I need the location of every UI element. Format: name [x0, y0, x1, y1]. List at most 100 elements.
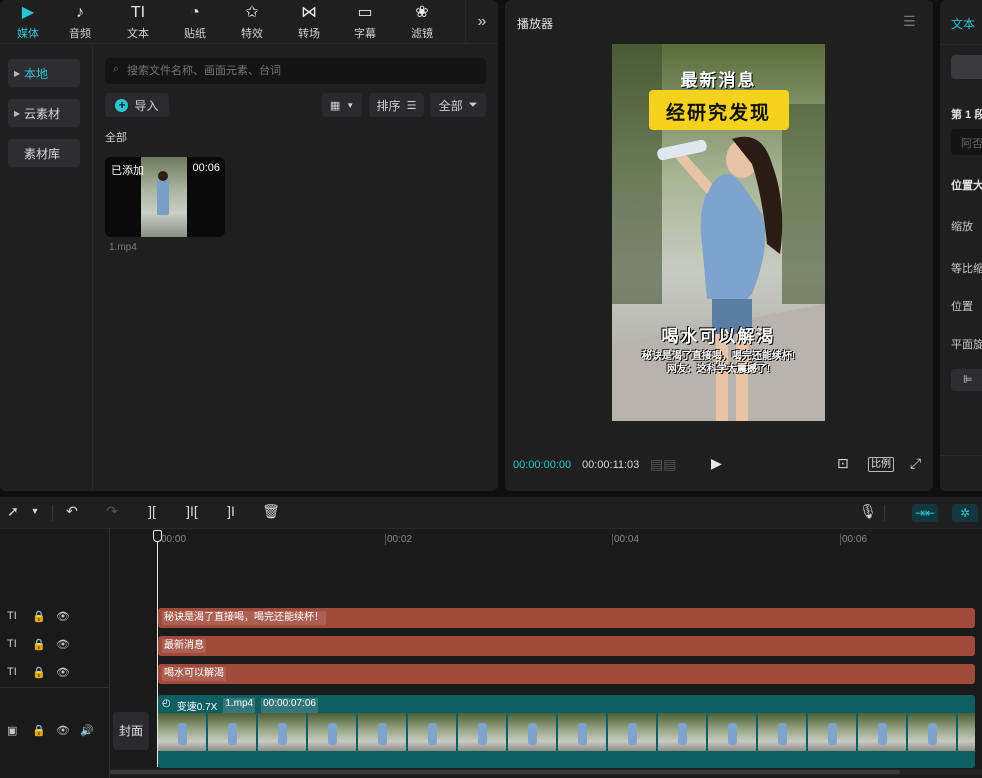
timecode-grid-icon[interactable]: ▤▤: [650, 456, 676, 473]
props-rotation-label: 平面旋: [951, 339, 982, 351]
tab-sticker[interactable]: ◔ 贴纸: [167, 0, 223, 44]
filmstrip-figure: [678, 723, 687, 745]
props-divider: [940, 44, 982, 45]
caret-right-icon: ▶: [14, 108, 21, 118]
track-header-divider: [109, 529, 110, 778]
text-track-icon: TI: [7, 666, 17, 678]
ruler-label: 00:04: [614, 534, 640, 545]
video-track-icon: ▣: [7, 725, 18, 737]
zoom-fit-icon[interactable]: ⊡: [837, 455, 849, 472]
eye-icon[interactable]: 👁: [56, 724, 70, 737]
tab-media-label: 媒体: [17, 27, 39, 40]
delete-icon[interactable]: 🗑: [261, 503, 281, 520]
tab-filter[interactable]: ❀ 滤镜: [394, 0, 450, 44]
media-panel: ▶ 媒体 ♪ 音频 TI 文本 ◔ 贴纸 ✩ 特效 ⋈ 转场 ▭ 字幕 ❀ 滤镜: [0, 0, 498, 491]
tab-audio-label: 音频: [69, 27, 91, 40]
volume-icon[interactable]: 🔊: [80, 724, 94, 737]
text-track-controls: TI 🔒 👁: [0, 608, 100, 628]
sidebar-divider: [92, 44, 93, 491]
filmstrip-figure: [528, 723, 537, 745]
sidebar-item-local[interactable]: ▶ 本地: [8, 59, 80, 87]
split-left-icon[interactable]: ]I[: [182, 503, 202, 519]
audio-icon: ♪: [76, 3, 84, 21]
tab-media[interactable]: ▶ 媒体: [0, 0, 56, 44]
align-left-icon[interactable]: ⊫: [951, 369, 982, 391]
view-mode-button[interactable]: ▦ ▼: [322, 93, 362, 117]
filmstrip-frame: [808, 713, 856, 751]
video-preview[interactable]: 最新消息 经研究发现 喝水可以解渴 秘诀是渴了直接喝，喝完还能续杯! 网友：这科…: [612, 44, 825, 421]
video-clip-speed: 变速0.7X: [176, 702, 218, 713]
microphone-icon[interactable]: 🎙: [858, 503, 878, 520]
text-clip[interactable]: 秘诀是渴了直接喝，喝完还能续杯！: [158, 608, 975, 628]
props-preset-button[interactable]: [951, 55, 982, 79]
eye-icon[interactable]: 👁: [56, 610, 70, 623]
tab-sticker-label: 贴纸: [184, 27, 206, 40]
video-filmstrip: [158, 713, 975, 751]
tab-text[interactable]: TI 文本: [110, 0, 166, 44]
eye-icon[interactable]: 👁: [56, 666, 70, 679]
filmstrip-frame: [458, 713, 506, 751]
ratio-button[interactable]: 比例: [868, 457, 894, 472]
filmstrip-frame: [558, 713, 606, 751]
ruler-tick: [612, 534, 613, 545]
ruler-tick: [385, 534, 386, 545]
sort-label: 排序: [376, 98, 401, 113]
overlay-title-text: 喝水可以解渴: [661, 327, 776, 346]
sticker-icon: ◔: [190, 3, 200, 21]
timeline-scrollbar[interactable]: [110, 769, 982, 775]
fullscreen-icon[interactable]: ⤢: [910, 455, 921, 472]
filmstrip-figure: [378, 723, 387, 745]
sidebar-item-library[interactable]: 素材库: [8, 139, 80, 167]
snap-icon[interactable]: ✲: [952, 504, 978, 522]
props-tab-text[interactable]: 文本: [951, 15, 975, 32]
filter-all-button[interactable]: 全部 ⏷: [430, 93, 486, 117]
text-clip[interactable]: 最新消息: [158, 636, 975, 656]
search-input[interactable]: [127, 61, 477, 81]
filmstrip-figure: [928, 723, 937, 745]
filmstrip-frame: [358, 713, 406, 751]
ruler-label: 00:00: [161, 534, 187, 545]
play-icon[interactable]: ▶: [711, 455, 722, 472]
sidebar-item-cloud[interactable]: ▶ 云素材: [8, 99, 80, 127]
filmstrip-figure: [278, 723, 287, 745]
lock-icon[interactable]: 🔒: [32, 724, 46, 737]
text-clip[interactable]: 喝水可以解渴: [158, 664, 975, 684]
lock-icon[interactable]: 🔒: [32, 638, 46, 651]
tab-subtitle[interactable]: ▭ 字幕: [337, 0, 393, 44]
cover-button[interactable]: 封面: [113, 712, 149, 750]
tab-text-label: 文本: [127, 27, 149, 40]
more-tabs-icon[interactable]: »: [465, 0, 498, 44]
tab-effects[interactable]: ✩ 特效: [224, 0, 280, 44]
split-icon[interactable]: ][: [142, 503, 162, 519]
select-cursor-icon[interactable]: ➚: [3, 503, 23, 520]
search-box[interactable]: ⌕: [105, 58, 486, 84]
clip-filename: 1.mp4: [109, 242, 137, 253]
menu-icon[interactable]: ☰: [903, 13, 916, 30]
lock-icon[interactable]: 🔒: [32, 666, 46, 679]
lock-icon[interactable]: 🔒: [32, 610, 46, 623]
video-track-controls: ▣ 🔒 👁 🔊: [0, 722, 100, 742]
chevron-down-icon: ▼: [346, 100, 355, 110]
overlay-subtitle-2: 网友：这科学太震撼了!: [666, 364, 771, 375]
video-clip[interactable]: ◴ 变速0.7X 1.mp4 00:00:07:06: [158, 695, 975, 768]
clip-figure: [157, 179, 169, 215]
filmstrip-figure: [428, 723, 437, 745]
split-right-icon[interactable]: ]I: [221, 503, 241, 519]
timeline-scrollbar-thumb[interactable]: [110, 770, 900, 774]
sort-button[interactable]: 排序 ☰: [369, 93, 424, 117]
tab-audio[interactable]: ♪ 音频: [52, 0, 108, 44]
filmstrip-figure: [328, 723, 337, 745]
filmstrip-figure: [178, 723, 187, 745]
tab-transition[interactable]: ⋈ 转场: [281, 0, 337, 44]
redo-icon[interactable]: ↷: [102, 503, 122, 520]
undo-icon[interactable]: ↶: [62, 503, 82, 520]
import-button[interactable]: + 导入: [105, 93, 169, 117]
eye-icon[interactable]: 👁: [56, 638, 70, 651]
track-divider: [0, 687, 110, 688]
props-text-input[interactable]: 阿否: [951, 129, 982, 155]
chevron-down-icon[interactable]: ▼: [25, 506, 45, 516]
link-track-icon[interactable]: ⇥⇤: [912, 504, 938, 522]
filmstrip-figure: [778, 723, 787, 745]
media-clip-thumbnail[interactable]: 已添加 00:06: [105, 157, 225, 237]
playhead-handle[interactable]: [153, 530, 162, 542]
